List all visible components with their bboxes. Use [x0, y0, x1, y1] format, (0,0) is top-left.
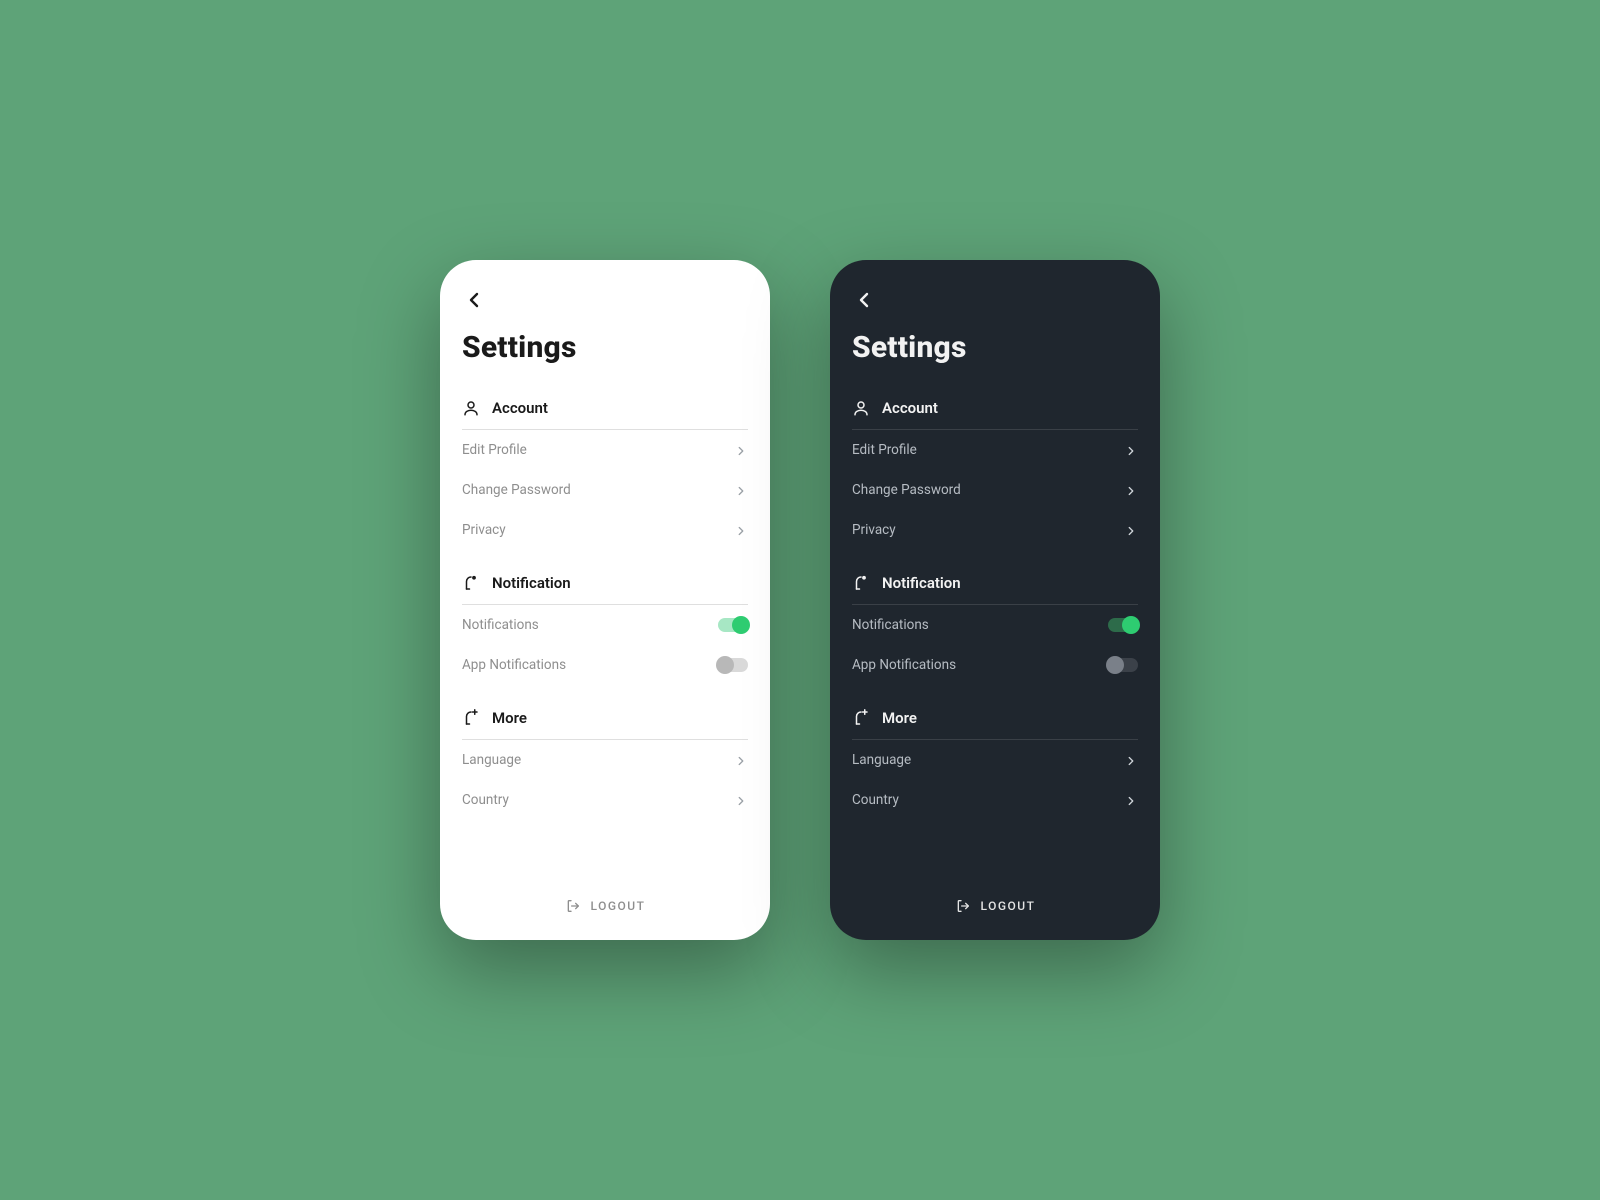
chevron-left-icon	[852, 288, 876, 312]
row-label: Language	[462, 752, 521, 768]
section-header-account: Account	[462, 399, 748, 430]
row-label: Change Password	[462, 482, 571, 498]
section-header-notification: Notification	[462, 574, 748, 605]
chevron-right-icon	[734, 483, 748, 497]
row-label: Notifications	[462, 617, 539, 633]
chevron-right-icon	[1124, 443, 1138, 457]
section-title-account: Account	[882, 399, 938, 417]
logout-icon	[565, 898, 581, 914]
section-title-notification: Notification	[882, 574, 961, 592]
row-notifications[interactable]: Notifications	[852, 605, 1138, 645]
section-header-more: More	[462, 709, 748, 740]
section-header-more: More	[852, 709, 1138, 740]
row-country[interactable]: Country	[852, 780, 1138, 820]
row-label: App Notifications	[462, 657, 566, 673]
logout-icon	[955, 898, 971, 914]
logout-button[interactable]: LOGOUT	[462, 888, 748, 920]
chevron-right-icon	[1124, 523, 1138, 537]
section-title-more: More	[492, 709, 527, 727]
logout-label: LOGOUT	[981, 899, 1036, 913]
notification-icon	[852, 574, 870, 592]
row-label: App Notifications	[852, 657, 956, 673]
row-label: Change Password	[852, 482, 961, 498]
user-icon	[852, 399, 870, 417]
row-label: Country	[462, 792, 509, 808]
row-language[interactable]: Language	[852, 740, 1138, 780]
chevron-right-icon	[734, 523, 748, 537]
row-label: Privacy	[462, 522, 506, 538]
toggle-app-notifications[interactable]	[1108, 658, 1138, 672]
row-edit-profile[interactable]: Edit Profile	[462, 430, 748, 470]
back-button[interactable]	[852, 288, 876, 312]
toggle-app-notifications[interactable]	[718, 658, 748, 672]
toggle-notifications[interactable]	[718, 618, 748, 632]
row-change-password[interactable]: Change Password	[462, 470, 748, 510]
section-header-notification: Notification	[852, 574, 1138, 605]
row-label: Language	[852, 752, 911, 768]
chevron-right-icon	[1124, 793, 1138, 807]
chevron-right-icon	[734, 753, 748, 767]
row-label: Notifications	[852, 617, 929, 633]
user-icon	[462, 399, 480, 417]
logout-button[interactable]: LOGOUT	[852, 888, 1138, 920]
row-label: Privacy	[852, 522, 896, 538]
row-notifications[interactable]: Notifications	[462, 605, 748, 645]
chevron-right-icon	[734, 443, 748, 457]
row-privacy[interactable]: Privacy	[852, 510, 1138, 550]
row-app-notifications[interactable]: App Notifications	[462, 645, 748, 685]
more-icon	[462, 709, 480, 727]
page-title: Settings	[852, 330, 1138, 365]
logout-label: LOGOUT	[591, 899, 646, 913]
section-title-notification: Notification	[492, 574, 571, 592]
chevron-right-icon	[1124, 483, 1138, 497]
row-language[interactable]: Language	[462, 740, 748, 780]
row-label: Country	[852, 792, 899, 808]
chevron-left-icon	[462, 288, 486, 312]
row-change-password[interactable]: Change Password	[852, 470, 1138, 510]
settings-screen-light: Settings Account Edit Profile Change Pas…	[440, 260, 770, 940]
more-icon	[852, 709, 870, 727]
page-title: Settings	[462, 330, 748, 365]
section-header-account: Account	[852, 399, 1138, 430]
row-country[interactable]: Country	[462, 780, 748, 820]
row-privacy[interactable]: Privacy	[462, 510, 748, 550]
section-title-more: More	[882, 709, 917, 727]
row-edit-profile[interactable]: Edit Profile	[852, 430, 1138, 470]
settings-screen-dark: Settings Account Edit Profile Change Pas…	[830, 260, 1160, 940]
toggle-notifications[interactable]	[1108, 618, 1138, 632]
section-title-account: Account	[492, 399, 548, 417]
row-app-notifications[interactable]: App Notifications	[852, 645, 1138, 685]
chevron-right-icon	[734, 793, 748, 807]
row-label: Edit Profile	[852, 442, 917, 458]
chevron-right-icon	[1124, 753, 1138, 767]
row-label: Edit Profile	[462, 442, 527, 458]
notification-icon	[462, 574, 480, 592]
back-button[interactable]	[462, 288, 486, 312]
